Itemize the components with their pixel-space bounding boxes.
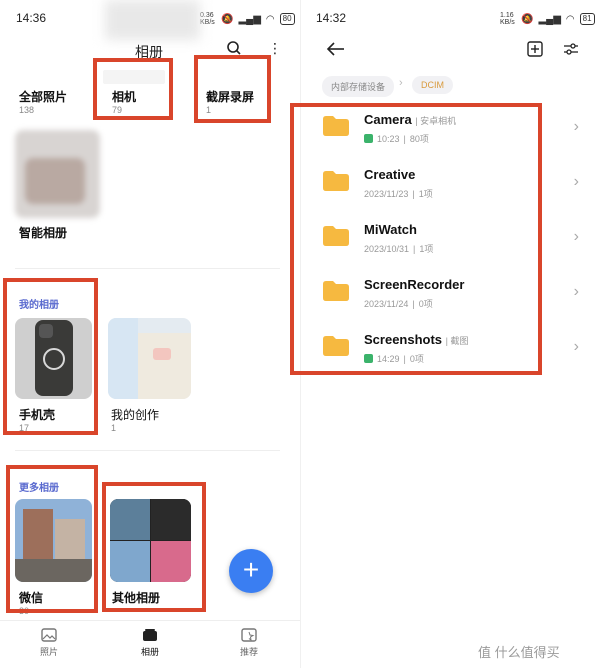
status-icons: 1.16 KB/s 🔕 ▂▄▆ ◠ 81 [500, 12, 595, 26]
recommend-icon [241, 628, 257, 642]
nav-label: 推荐 [240, 647, 259, 657]
highlight-box [93, 58, 173, 120]
status-time: 14:32 [316, 11, 347, 25]
chevron-right-icon: › [573, 283, 579, 300]
smart-album-label[interactable]: 智能相册 [19, 224, 67, 241]
watermark: 值 什么值得买 [478, 642, 560, 661]
watermark-text: 值 什么值得买 [478, 645, 560, 660]
chevron-right-icon: › [573, 228, 579, 245]
highlight-box [6, 465, 98, 613]
nav-photos[interactable]: 照片 [40, 628, 58, 658]
nav-albums[interactable]: 相册 [141, 628, 159, 658]
highlight-box [290, 103, 542, 375]
highlight-box [194, 55, 271, 123]
album-count: 1 [111, 423, 117, 433]
mute-icon: 🔕 [521, 13, 534, 25]
chevron-right-icon: › [573, 118, 579, 135]
albums-icon [143, 629, 157, 641]
chevron-right-icon: › [573, 173, 579, 190]
new-folder-icon[interactable] [527, 41, 543, 62]
divider [15, 268, 280, 269]
smart-album-thumbnail[interactable] [15, 130, 100, 218]
breadcrumb-dcim[interactable]: DCIM [412, 76, 453, 94]
album-name: 我的创作 [111, 408, 160, 422]
photos-icon [41, 628, 57, 642]
chevron-right-icon: › [573, 338, 579, 355]
highlight-box [3, 278, 98, 435]
back-arrow-icon[interactable] [326, 41, 346, 62]
album-all-photos[interactable]: 全部照片 138 [19, 88, 67, 115]
album-name: 全部照片 [19, 90, 68, 104]
status-time: 14:36 [16, 11, 47, 25]
album-count: 138 [19, 105, 35, 115]
my-creation-thumbnail[interactable] [108, 318, 191, 399]
network-speed: 1.16 KB/s [500, 12, 515, 26]
album-my-creation[interactable]: 我的创作 1 [111, 406, 159, 433]
network-speed: 0.36 KB/s [200, 12, 215, 26]
wifi-icon: ◠ [265, 13, 275, 25]
blurred-region [105, 0, 200, 40]
filter-settings-icon[interactable] [563, 41, 579, 62]
divider [0, 620, 300, 621]
highlight-box [102, 482, 206, 612]
mute-icon: 🔕 [221, 13, 234, 25]
nav-label: 照片 [40, 647, 59, 657]
status-icons: 0.36 KB/s 🔕 ▂▄▆ ◠ 80 [200, 12, 295, 26]
add-album-button[interactable]: + [229, 549, 273, 593]
breadcrumb-storage[interactable]: 内部存储设备 [322, 76, 395, 97]
signal-icon: ▂▄▆ [238, 13, 261, 25]
battery-icon: 80 [279, 13, 295, 25]
battery-icon: 81 [579, 13, 595, 25]
signal-icon: ▂▄▆ [538, 13, 561, 25]
wifi-icon: ◠ [565, 13, 575, 25]
divider [15, 450, 280, 451]
chevron-right-icon: › [399, 77, 403, 89]
nav-label: 相册 [141, 647, 160, 657]
nav-recommend[interactable]: 推荐 [240, 628, 258, 658]
